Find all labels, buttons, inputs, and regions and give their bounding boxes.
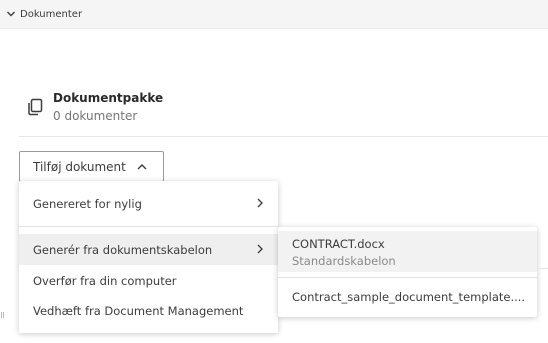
- add-document-label: Tilføj dokument: [33, 159, 126, 174]
- menu-item-recently-generated[interactable]: Genereret for nylig: [19, 188, 278, 219]
- divider: [537, 268, 548, 269]
- submenu-separator: [278, 277, 537, 278]
- document-package: Dokumentpakke 0 dokumenter: [26, 90, 163, 125]
- section-title: Dokumenter: [20, 8, 83, 20]
- add-document-menu: Genereret for nylig Generér fra dokument…: [19, 181, 278, 333]
- menu-item-label: Genereret for nylig: [33, 196, 142, 211]
- documents-section-header[interactable]: Dokumenter: [0, 0, 548, 29]
- menu-item-upload-from-computer[interactable]: Overfør fra din computer: [19, 265, 278, 296]
- menu-item-generate-from-template[interactable]: Generér fra dokumentskabelon: [19, 234, 278, 265]
- resize-handle-icon[interactable]: [1, 312, 4, 318]
- menu-item-attach-from-document-management[interactable]: Vedhæft fra Document Management: [19, 295, 278, 326]
- chevron-right-icon: [254, 243, 266, 255]
- template-file-name: Contract_sample_document_template....: [292, 290, 526, 304]
- template-submenu: CONTRACT.docx Standardskabelon Contract_…: [278, 227, 537, 317]
- chevron-up-icon: [136, 161, 148, 173]
- template-type-label: Standardskabelon: [292, 254, 396, 268]
- submenu-item-contract-sample[interactable]: Contract_sample_document_template....: [278, 283, 537, 311]
- menu-separator: [19, 226, 278, 227]
- package-count: 0 dokumenter: [53, 109, 138, 123]
- template-file-name: CONTRACT.docx: [292, 237, 385, 251]
- menu-item-label: Generér fra dokumentskabelon: [33, 242, 213, 257]
- copy-document-icon: [26, 98, 44, 116]
- divider: [19, 136, 548, 137]
- package-name: Dokumentpakke: [53, 91, 164, 105]
- menu-item-label: Vedhæft fra Document Management: [33, 303, 244, 318]
- add-document-button[interactable]: Tilføj dokument: [19, 151, 164, 182]
- chevron-right-icon: [254, 197, 266, 209]
- submenu-item-contract-docx[interactable]: CONTRACT.docx Standardskabelon: [278, 231, 537, 272]
- chevron-down-icon[interactable]: [5, 8, 17, 20]
- menu-item-label: Overfør fra din computer: [33, 273, 177, 288]
